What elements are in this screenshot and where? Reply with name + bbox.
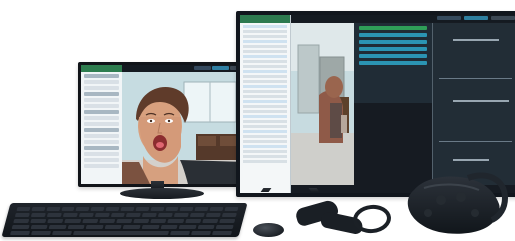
- large-sidebar-item: [243, 70, 287, 73]
- headline-text: [36, 0, 476, 8]
- large-sidebar-item: [243, 40, 287, 43]
- large-sidebar-item: [243, 90, 287, 93]
- large-monitor-topbar: [291, 15, 515, 22]
- large-sidebar-item: [243, 140, 287, 143]
- small-topbar-button: [212, 66, 229, 70]
- large-sidebar-item: [243, 35, 287, 38]
- large-sidebar-item: [243, 45, 287, 48]
- keyboard-row: [14, 213, 237, 217]
- keyboard-row: [9, 231, 233, 235]
- large-sidebar-item: [243, 50, 287, 53]
- small-sidebar-item: [84, 98, 119, 102]
- side-panel-divider: [439, 141, 512, 142]
- small-sidebar-item: [84, 86, 119, 90]
- scenario-overlay-panel: [354, 23, 433, 103]
- small-sidebar-item: [84, 146, 119, 150]
- small-sidebar-item: [84, 152, 119, 156]
- overlay-row: [359, 47, 427, 51]
- small-topbar-button: [194, 66, 211, 70]
- vr-headset-illustration: [407, 172, 508, 234]
- small-monitor-topbar: [122, 65, 246, 72]
- small-sidebar-item: [84, 104, 119, 108]
- large-sidebar-item: [243, 160, 287, 163]
- large-topbar-button: [437, 16, 461, 20]
- large-sidebar-item: [243, 135, 287, 138]
- large-sidebar-item: [243, 100, 287, 103]
- large-sidebar-item: [243, 95, 287, 98]
- background-caption: [14, 32, 154, 42]
- large-sidebar-item: [243, 145, 287, 148]
- small-sidebar-header-bar: [81, 65, 122, 72]
- small-sidebar-item: [84, 116, 119, 120]
- training-room-view: [291, 23, 354, 185]
- small-sidebar-item: [84, 110, 119, 114]
- keyboard-row: [13, 219, 236, 223]
- large-sidebar-header-bar: [240, 15, 290, 23]
- computer-mouse: [253, 223, 284, 237]
- keyboard-row: [11, 225, 234, 229]
- instructor-side-panel: [432, 23, 515, 185]
- side-panel-footer-text: [453, 159, 489, 161]
- large-sidebar-item: [243, 30, 287, 33]
- patient-face-illustration: [122, 72, 246, 184]
- patient-avatar-view: [122, 72, 246, 184]
- large-sidebar-item: [243, 125, 287, 128]
- side-panel-subheading: [453, 100, 509, 102]
- small-monitor-sidebar: [81, 65, 123, 184]
- large-sidebar-item: [243, 130, 287, 133]
- large-sidebar-item: [243, 110, 287, 113]
- small-sidebar-item: [84, 92, 119, 96]
- large-sidebar-item: [243, 80, 287, 83]
- vr-headset: [404, 170, 508, 237]
- overlay-row: [359, 33, 427, 37]
- overlay-row: [359, 40, 427, 44]
- small-sidebar-item: [84, 140, 119, 144]
- overlay-row: [359, 61, 427, 65]
- large-sidebar-item: [243, 105, 287, 108]
- overlay-row: [359, 26, 427, 30]
- small-sidebar-item: [84, 134, 119, 138]
- side-panel-heading: [453, 39, 499, 41]
- large-topbar-button: [464, 16, 488, 20]
- large-sidebar-item: [243, 120, 287, 123]
- large-sidebar-item: [243, 65, 287, 68]
- large-topbar-button: [491, 16, 515, 20]
- large-sidebar-item: [243, 85, 287, 88]
- small-sidebar-item: [84, 80, 119, 84]
- side-panel-divider: [439, 78, 512, 79]
- large-sidebar-item: [243, 155, 287, 158]
- small-monitor: [78, 62, 249, 187]
- small-monitor-screen: [81, 65, 246, 184]
- large-sidebar-item: [243, 25, 287, 28]
- large-sidebar-item: [243, 150, 287, 153]
- keyboard: [1, 203, 248, 237]
- keyboard-row: [16, 207, 239, 211]
- room-illustration: [291, 23, 354, 185]
- overlay-row: [359, 54, 427, 58]
- large-sidebar-item: [243, 55, 287, 58]
- large-monitor-screen: [240, 15, 515, 193]
- large-sidebar-item: [243, 115, 287, 118]
- large-monitor-sidebar: [240, 15, 291, 193]
- small-sidebar-item: [84, 164, 119, 168]
- small-monitor-stand-base: [120, 188, 204, 199]
- vr-hardware-scene: [0, 0, 515, 241]
- large-sidebar-item: [243, 75, 287, 78]
- small-sidebar-item: [84, 158, 119, 162]
- small-sidebar-item: [84, 74, 119, 78]
- small-sidebar-item: [84, 128, 119, 132]
- small-sidebar-item: [84, 122, 119, 126]
- large-sidebar-item: [243, 60, 287, 63]
